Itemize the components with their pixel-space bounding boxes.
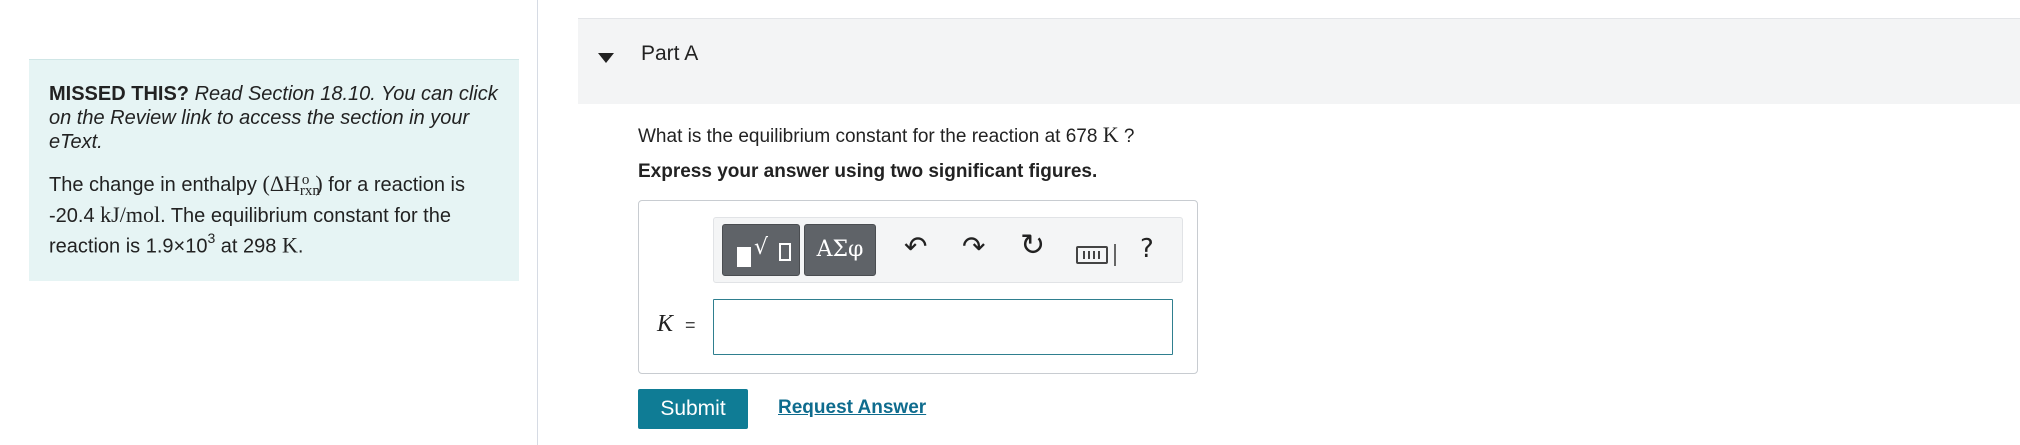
part-title: Part A [641,42,699,65]
enthalpy-units: kJ/mol [100,202,161,227]
temperature-pre: at 298 [220,235,277,258]
vertical-divider [537,0,538,445]
enthalpy-symbol: (ΔHrxno) [262,171,323,200]
answer-input[interactable] [713,299,1173,355]
radical-icon: √ [754,235,769,260]
help-icon[interactable]: ? [1140,234,1154,264]
collapse-caret-icon[interactable] [598,53,614,63]
reset-icon[interactable]: ↻ [1020,228,1045,263]
undo-icon[interactable]: ↶ [904,230,927,263]
paren-close: ) [315,171,323,196]
symbols-label: ΑΣφ [816,237,864,262]
answer-variable: K [657,311,674,337]
request-answer-link[interactable]: Request Answer [778,397,926,419]
temperature-unit: K [281,232,298,258]
redo-icon[interactable]: ↷ [962,230,985,263]
k-exponent: 3 [207,230,216,246]
answer-box: √ ΑΣφ ↶ ↷ ↻ ? K = [638,200,1198,374]
templates-button[interactable]: √ [722,224,800,276]
answer-instruction: Express your answer using two significan… [638,161,1098,182]
enthalpy-intro: The change in enthalpy [49,174,257,196]
math-toolbar: √ ΑΣφ ↶ ↷ ↻ ? [713,217,1183,283]
standard-superscript: o [301,172,310,188]
missed-label: MISSED THIS? [49,83,190,105]
keyboard-separator [1114,244,1116,266]
question-unit: K [1102,122,1119,147]
problem-statement: The change in enthalpy (ΔHrxno) for a re… [49,168,499,259]
template-square-icon [737,247,751,267]
hint-panel: MISSED THIS? Read Section 18.10. You can… [29,59,519,281]
delta-h: (ΔH [262,171,300,196]
part-header[interactable]: Part A [578,18,2020,104]
question-text: What is the equilibrium constant for the… [638,122,1134,148]
keyboard-icon[interactable] [1076,246,1108,264]
question-pre: What is the equilibrium constant for the… [638,126,1098,147]
page: MISSED THIS? Read Section 18.10. You can… [0,0,2020,445]
submit-button[interactable]: Submit [638,389,748,429]
symbols-button[interactable]: ΑΣφ [804,224,876,276]
missed-this-text: MISSED THIS? Read Section 18.10. You can… [49,82,499,154]
question-mark: ? [1123,126,1135,147]
template-box-icon [779,243,791,261]
temperature-post: . [297,235,304,258]
equals-sign: = [685,315,696,335]
